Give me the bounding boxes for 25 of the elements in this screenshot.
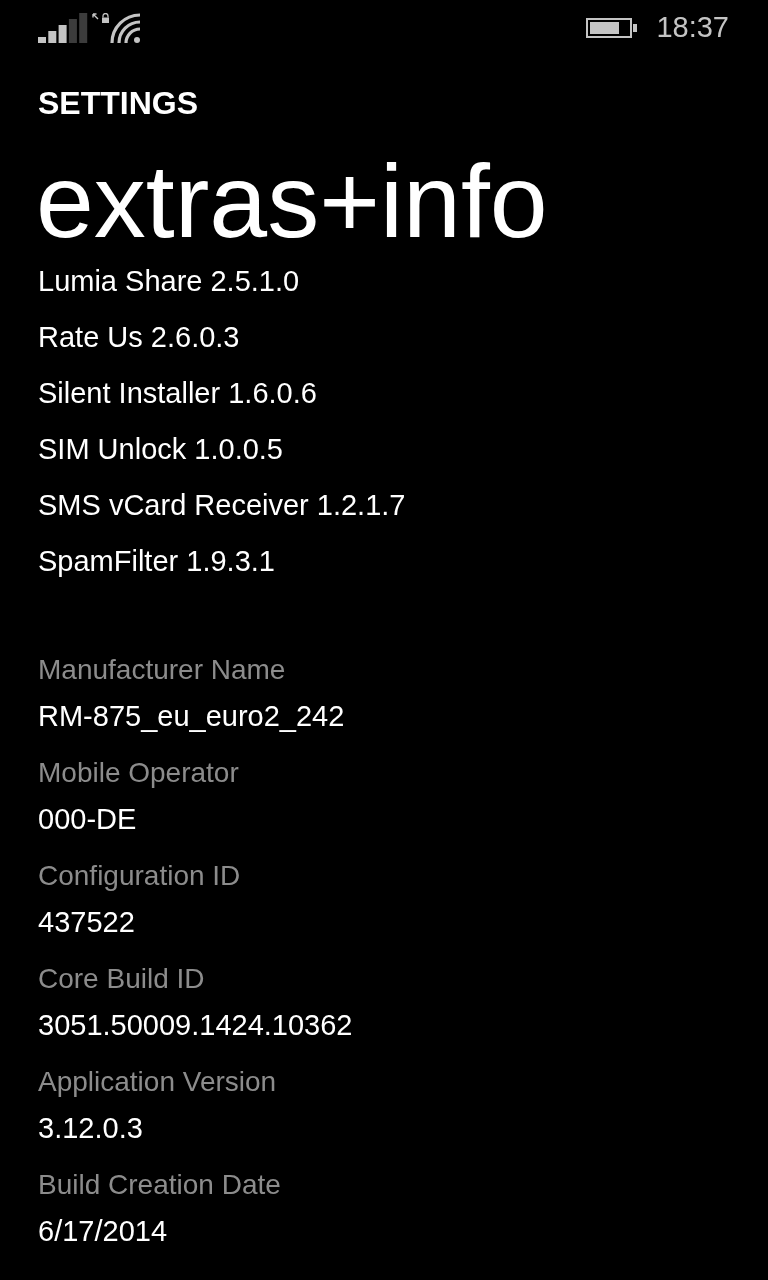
clock-time: 18:37 [656,13,729,42]
page-title: extras+info [36,149,549,253]
detail-label: Application Version [38,1065,278,1099]
app-version-entry: SpamFilter 1.9.3.1 [38,544,276,579]
wifi-icon [110,13,141,43]
app-version-entry: SIM Unlock 1.0.0.5 [38,432,284,467]
detail-label: Mobile Operator [38,756,240,790]
detail-value: RM-875_eu_euro2_242 [38,699,346,734]
detail-label: Manufacturer Name [38,653,287,687]
arrow-and-lock-icon [92,13,110,23]
battery-icon [586,17,639,38]
detail-label: Core Build ID [38,962,206,996]
detail-value: 3.12.0.3 [38,1111,144,1146]
app-version-entry: Rate Us 2.6.0.3 [38,320,241,355]
detail-value: 000-DE [38,802,138,837]
detail-value: 437522 [38,905,136,940]
detail-label: Build Creation Date [38,1168,282,1202]
app-version-entry: Lumia Share 2.5.1.0 [38,264,301,299]
detail-value: 6/17/2014 [38,1214,168,1249]
detail-value: 3051.50009.1424.10362 [38,1008,354,1043]
app-version-entry: SMS vCard Receiver 1.2.1.7 [38,488,407,523]
app-version-entry: Silent Installer 1.6.0.6 [38,376,318,411]
settings-label: SETTINGS [38,85,199,121]
detail-label: Configuration ID [38,859,242,893]
signal-bars-icon [38,13,88,43]
